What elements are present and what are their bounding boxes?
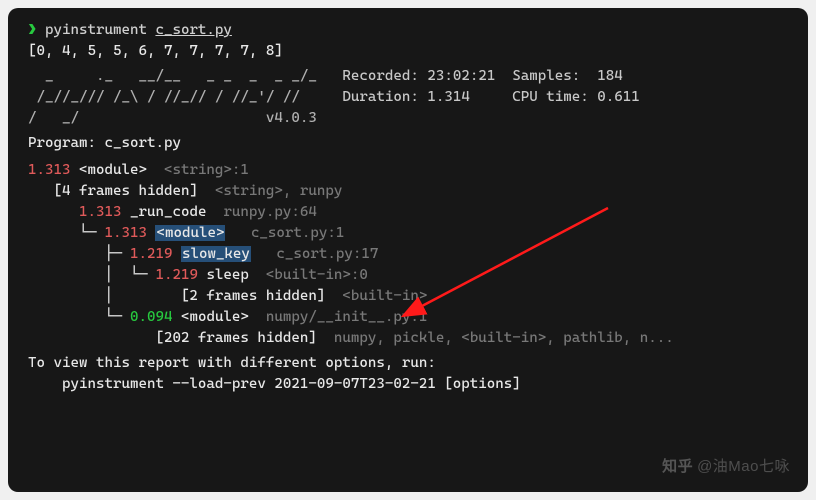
hidden-loc: <string>, runpy — [215, 183, 342, 199]
time-value: 1.219 — [155, 267, 197, 283]
hidden-label: [4 frames hidden] — [54, 183, 215, 199]
hidden-loc: <built-in> — [342, 288, 427, 304]
tree-branch-icon: │ — [79, 288, 181, 304]
func-name-highlight: <module> — [155, 225, 225, 241]
func-name: sleep — [206, 267, 248, 283]
func-name-highlight: slow_key — [181, 246, 251, 262]
tree-branch-icon: ├─ — [79, 246, 130, 262]
program-label: Program: — [28, 135, 96, 151]
hidden-loc: numpy, pickle, <built-in>, pathlib, n... — [334, 330, 674, 346]
tree-root: 1.313 <module> <string>:1 — [28, 160, 788, 181]
zhihu-logo-icon: 知乎 — [662, 456, 693, 478]
footer-line2: pyinstrument --load-prev 2021-09-07T23-0… — [28, 374, 788, 395]
time-value: 0.094 — [130, 309, 172, 325]
source-loc: c_sort.py:1 — [251, 225, 344, 241]
func-name: _run_code — [130, 204, 206, 220]
command-line[interactable]: ❯ pyinstrument c_sort.py — [28, 20, 788, 41]
func-name: <module> — [181, 309, 249, 325]
footer-line1: To view this report with different optio… — [28, 353, 788, 374]
recorded-value: 23:02:21 — [427, 68, 495, 84]
source-loc: <built-in>:0 — [266, 267, 368, 283]
tree-node: └─ 0.094 <module> numpy/__init__.py:1 — [28, 307, 788, 328]
source-loc: numpy/__init__.py:1 — [266, 309, 427, 325]
tree-branch-icon: └─ — [79, 225, 105, 241]
command-name: pyinstrument — [45, 22, 147, 38]
ascii-banner-l1: _ ._ __/__ _ _ _ _ _/_ Recorded: 23:02:2… — [28, 66, 788, 87]
cpu-label: CPU time: — [512, 89, 588, 105]
tree-branch-icon: │ └─ — [79, 267, 155, 283]
tree-node: │ └─ 1.219 sleep <built-in>:0 — [28, 265, 788, 286]
samples-value: 184 — [597, 68, 623, 84]
duration-value: 1.314 — [427, 89, 469, 105]
tree-node: 1.313 _run_code runpy.py:64 — [28, 202, 788, 223]
program-name: c_sort.py — [104, 135, 180, 151]
watermark: 知乎 @油Mao七咏 — [662, 456, 790, 478]
prompt-arrow-icon: ❯ — [28, 22, 37, 38]
recorded-label: Recorded: — [342, 68, 418, 84]
command-arg: c_sort.py — [155, 22, 231, 38]
profile-tree: 1.313 <module> <string>:1 [4 frames hidd… — [28, 160, 788, 349]
terminal-window: ❯ pyinstrument c_sort.py [0, 4, 5, 5, 6,… — [8, 8, 808, 492]
time-value: 1.313 — [28, 162, 70, 178]
samples-label: Samples: — [512, 68, 580, 84]
ascii-banner-l3: / _/ v4.0.3 — [28, 108, 788, 129]
time-value: 1.313 — [79, 204, 121, 220]
watermark-text: @油Mao七咏 — [697, 456, 790, 478]
tree-node-slowkey: ├─ 1.219 slow_key c_sort.py:17 — [28, 244, 788, 265]
source-loc: c_sort.py:17 — [276, 246, 378, 262]
duration-label: Duration: — [342, 89, 418, 105]
cpu-value: 0.611 — [597, 89, 639, 105]
hidden-frames: [202 frames hidden] numpy, pickle, <buil… — [28, 328, 788, 349]
source-loc: <string>:1 — [164, 162, 249, 178]
source-loc: runpy.py:64 — [223, 204, 316, 220]
hidden-frames: │ [2 frames hidden] <built-in> — [28, 286, 788, 307]
program-line: Program: c_sort.py — [28, 133, 788, 154]
time-value: 1.219 — [130, 246, 172, 262]
time-value: 1.313 — [104, 225, 146, 241]
tree-branch-icon: └─ — [79, 309, 130, 325]
hidden-label: [202 frames hidden] — [155, 330, 333, 346]
tree-node: └─ 1.313 <module> c_sort.py:1 — [28, 223, 788, 244]
ascii-banner-l2: /_//_/// /_\ / //_// / //_'/ // Duration… — [28, 87, 788, 108]
hidden-frames: [4 frames hidden] <string>, runpy — [28, 181, 788, 202]
tree-branch-icon — [79, 330, 155, 346]
hidden-label: [2 frames hidden] — [181, 288, 342, 304]
output-list: [0, 4, 5, 5, 6, 7, 7, 7, 7, 8] — [28, 41, 788, 62]
func-name: <module> — [79, 162, 147, 178]
